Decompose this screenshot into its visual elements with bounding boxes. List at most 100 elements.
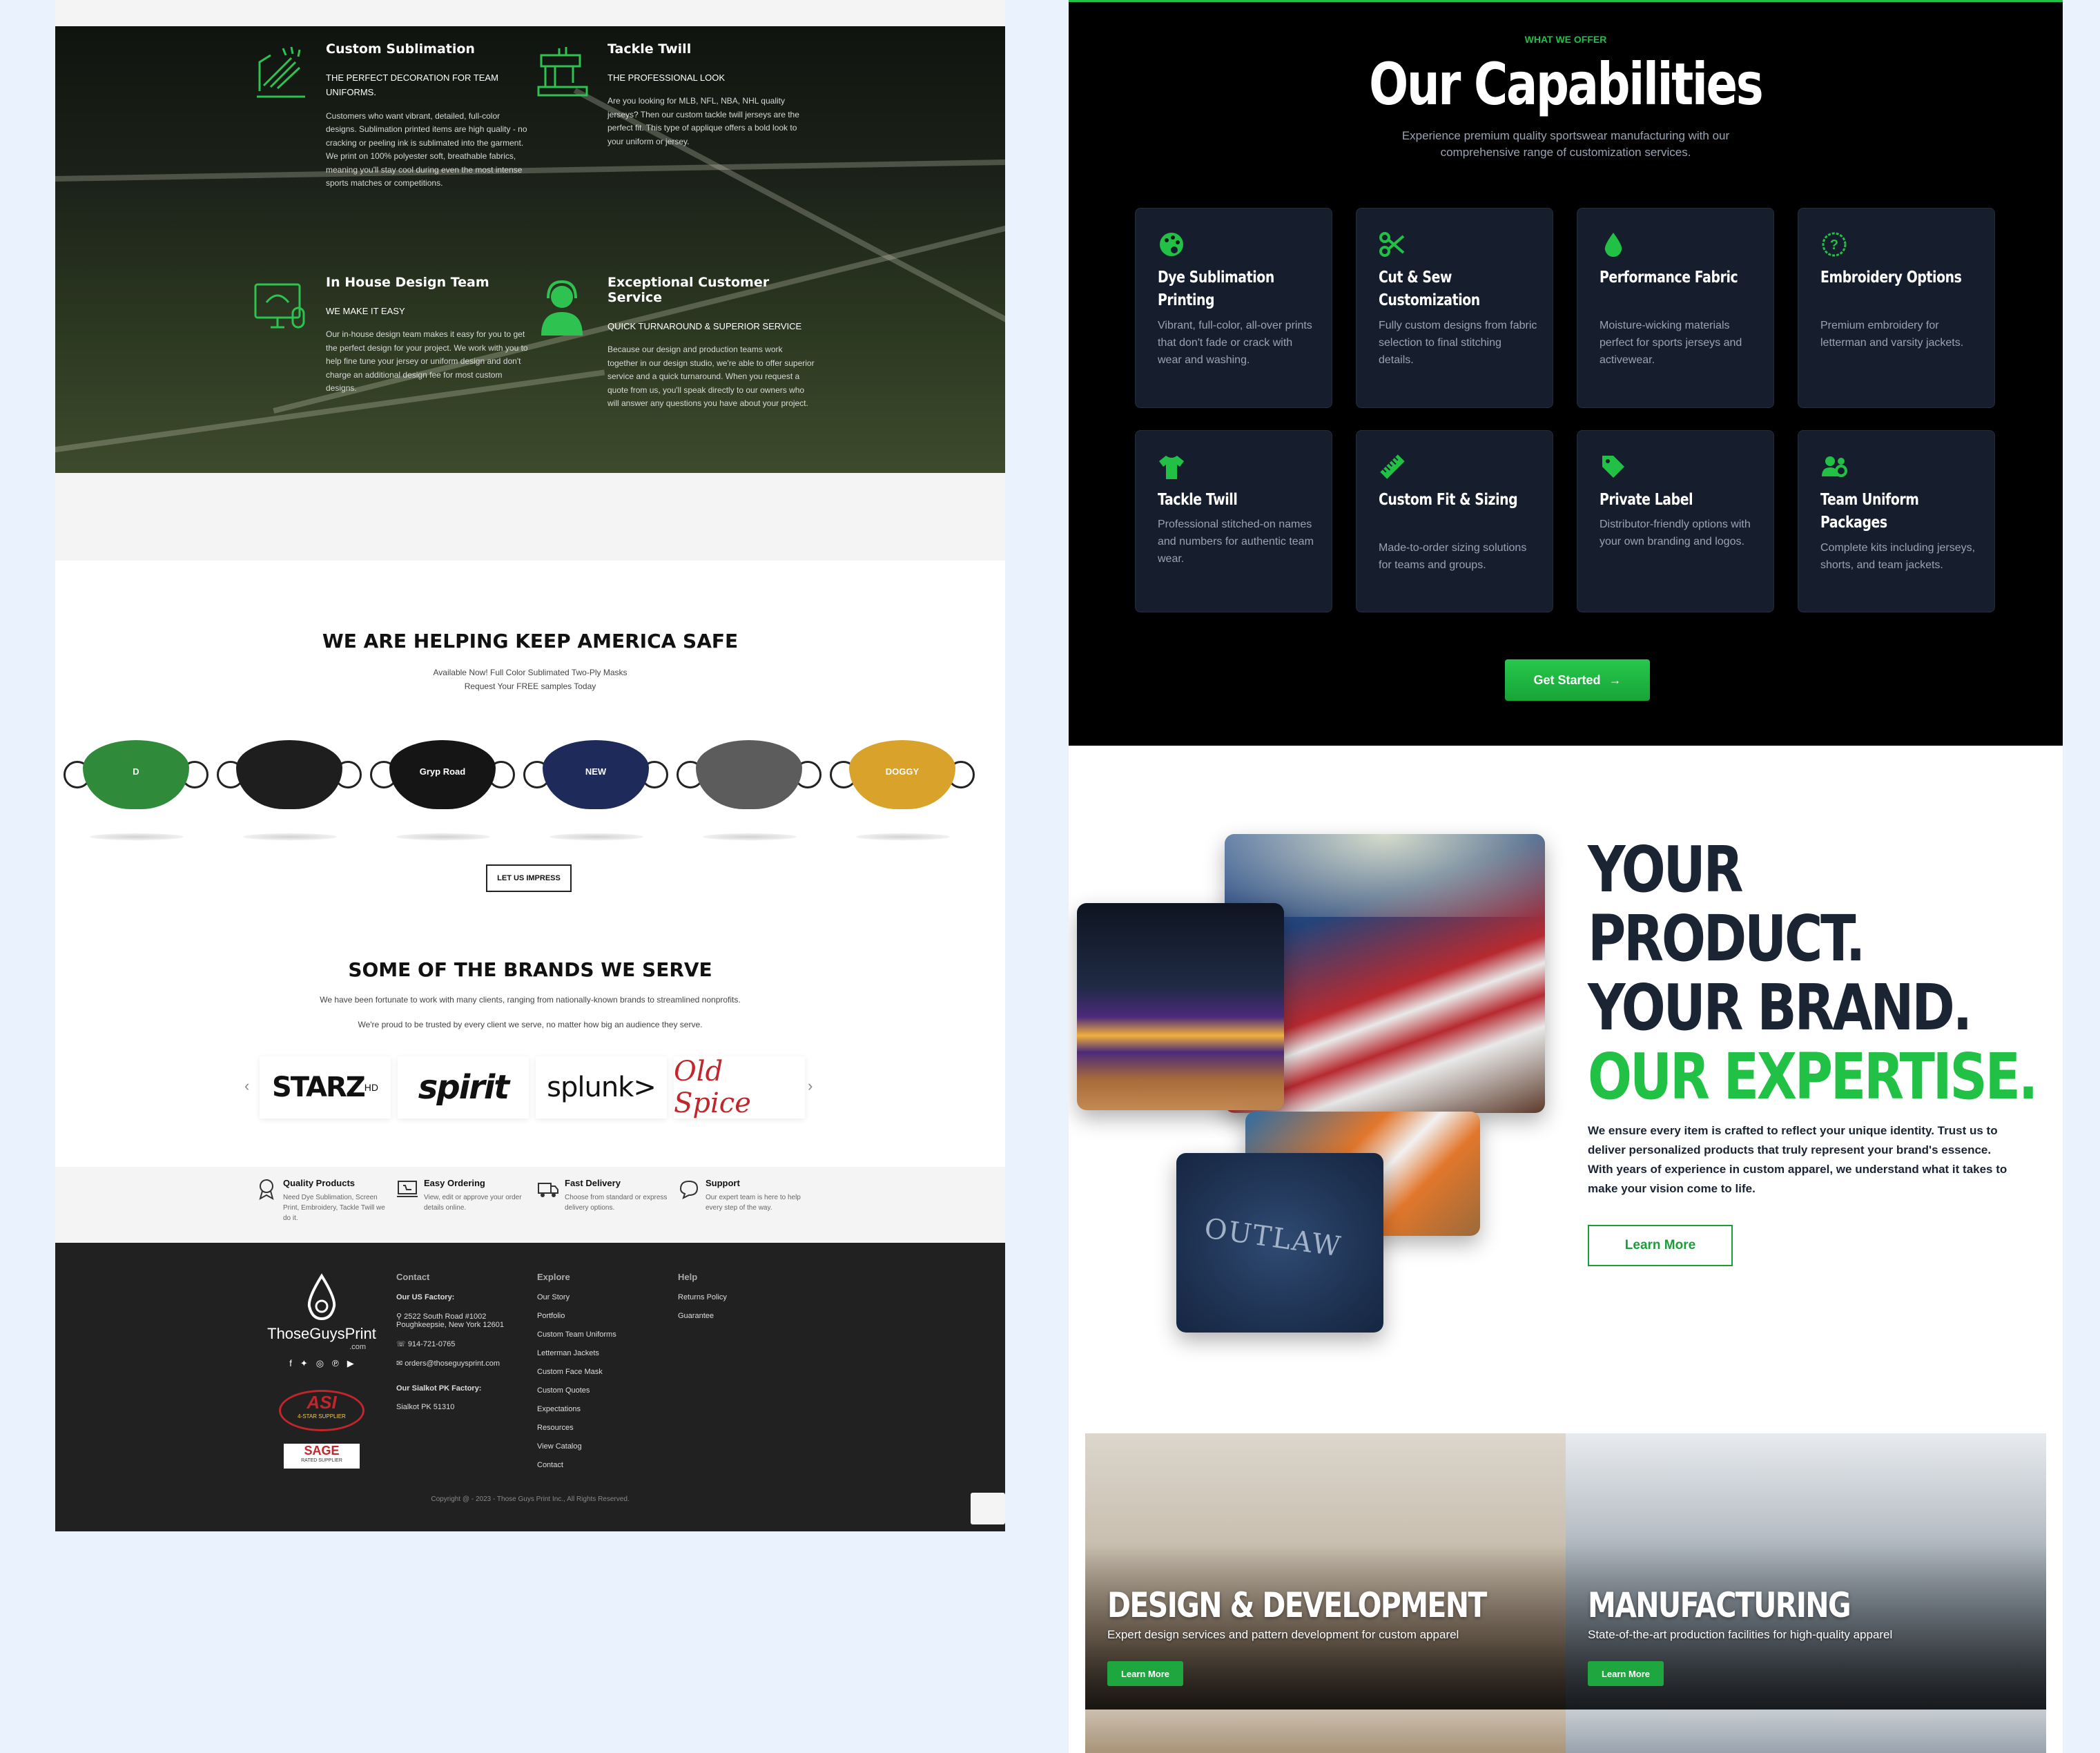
perk-body: Our expert team is here to help every st… bbox=[706, 1194, 801, 1212]
perk-quality-products: Quality Products Need Dye Sublimation, S… bbox=[255, 1178, 393, 1223]
feature-title: Exceptional Customer Service bbox=[607, 275, 770, 305]
phone[interactable]: ☏ 914-721-0765 bbox=[396, 1339, 527, 1348]
design-development-tile[interactable]: DESIGN & DEVELOPMENT Expert design servi… bbox=[1085, 1433, 1566, 1710]
get-started-button[interactable]: Get Started → bbox=[1505, 659, 1650, 701]
sage-badge: SAGE RATED SUPPLIER bbox=[284, 1444, 360, 1469]
feature-subtitle: WE MAKE IT EASY bbox=[326, 306, 405, 316]
footer-logo[interactable]: ThoseGuysPrint .com f ✦ ◎ ℗ ▶ ASI 4-STAR… bbox=[260, 1273, 384, 1469]
card-description: Vibrant, full-color, all-over prints tha… bbox=[1158, 320, 1312, 366]
card-title: Performance Fabric bbox=[1600, 269, 1738, 287]
let-us-impress-button[interactable]: LET US IMPRESS bbox=[486, 864, 572, 892]
logo-domain: .com bbox=[349, 1343, 366, 1351]
mask-print-text: DOGGY bbox=[885, 766, 920, 777]
intro-line-2: comprehensive range of customization ser… bbox=[1440, 146, 1691, 159]
youtube-icon[interactable]: ▶ bbox=[347, 1358, 354, 1369]
explore-link[interactable]: View Catalog bbox=[537, 1442, 648, 1451]
contact-title: Contact bbox=[396, 1272, 430, 1282]
capability-card[interactable]: Tackle Twill Professional stitched-on nam… bbox=[1135, 430, 1332, 612]
face-mask-item[interactable]: D bbox=[59, 733, 213, 840]
tile-learn-more-button[interactable]: Learn More bbox=[1107, 1661, 1183, 1686]
palette-icon bbox=[1160, 233, 1183, 256]
face-mask-item[interactable] bbox=[672, 733, 826, 840]
brand-name: splunk> bbox=[547, 1072, 657, 1103]
laptop-cart-icon bbox=[397, 1181, 418, 1197]
explore-link[interactable]: Letterman Jackets bbox=[537, 1349, 648, 1357]
explore-link[interactable]: Expectations bbox=[537, 1405, 648, 1413]
card-title: Tackle Twill bbox=[1158, 491, 1238, 509]
pinterest-icon[interactable]: ℗ bbox=[332, 1358, 339, 1369]
face-mask-item[interactable]: Gryp Road bbox=[366, 733, 519, 840]
help-link[interactable]: Returns Policy bbox=[678, 1293, 788, 1301]
face-mask-item[interactable] bbox=[213, 733, 366, 840]
explore-link[interactable]: Custom Team Uniforms bbox=[537, 1330, 648, 1339]
feature-body: Customers who want vibrant, detailed, fu… bbox=[326, 110, 527, 188]
capability-card[interactable]: Private Label Distributor-friendly option… bbox=[1577, 430, 1774, 612]
card-title: Private Label bbox=[1600, 491, 1693, 509]
feature-body: Our in-house design team makes it easy f… bbox=[326, 329, 528, 394]
help-link[interactable]: Guarantee bbox=[678, 1312, 788, 1320]
brand-logo-old-spice: Old Spice bbox=[674, 1056, 805, 1119]
perks-bar: Quality Products Need Dye Sublimation, S… bbox=[55, 1167, 1005, 1243]
perk-title: Easy Ordering bbox=[424, 1178, 485, 1188]
brand-name: spirit bbox=[418, 1068, 509, 1107]
tag-icon bbox=[1602, 456, 1624, 478]
brands-line-1: We have been fortunate to work with many… bbox=[320, 995, 741, 1005]
brands-prev-arrow[interactable]: ‹ bbox=[244, 1077, 249, 1095]
instagram-icon[interactable]: ◎ bbox=[316, 1358, 324, 1369]
brands-next-arrow[interactable]: › bbox=[808, 1077, 813, 1095]
twitter-icon[interactable]: ✦ bbox=[300, 1358, 308, 1369]
explore-link[interactable]: Contact bbox=[537, 1461, 648, 1469]
perk-body: View, edit or approve your order details… bbox=[424, 1194, 522, 1212]
email[interactable]: ✉ orders@thoseguysprint.com bbox=[396, 1359, 527, 1368]
hero-body: We ensure every item is crafted to refle… bbox=[1588, 1124, 2007, 1195]
capability-card[interactable]: Custom Fit & Sizing Made-to-order sizing … bbox=[1356, 430, 1553, 612]
asi-badge: ASI 4-STAR SUPPLIER bbox=[279, 1390, 364, 1431]
hero-learn-more-button[interactable]: Learn More bbox=[1588, 1225, 1733, 1266]
explore-title: Explore bbox=[537, 1272, 570, 1282]
mask-print-text: Gryp Road bbox=[419, 766, 466, 777]
capability-card[interactable]: ? Embroidery Options Premium embroidery fo… bbox=[1798, 208, 1995, 408]
droplet-icon bbox=[1604, 233, 1622, 257]
manufacturing-tile[interactable]: MANUFACTURING State-of-the-art productio… bbox=[1566, 1433, 2046, 1710]
capability-card[interactable]: Dye Sublimation Printing Vibrant, full-co… bbox=[1135, 208, 1332, 408]
explore-link[interactable]: Custom Face Mask bbox=[537, 1368, 648, 1376]
email-text: orders@thoseguysprint.com bbox=[405, 1359, 500, 1368]
mask-print-text: D bbox=[133, 766, 139, 777]
brand-sup: HD bbox=[364, 1082, 378, 1093]
sage-subtext: RATED SUPPLIER bbox=[301, 1458, 342, 1463]
card-description: Made-to-order sizing solutions for teams… bbox=[1379, 542, 1527, 571]
capabilities-title: Our Capabilities bbox=[1369, 50, 1764, 118]
tile-learn-more-button[interactable]: Learn More bbox=[1588, 1661, 1664, 1686]
card-description: Professional stitched-on names and numbe… bbox=[1158, 519, 1314, 565]
explore-link[interactable]: Our Story bbox=[537, 1293, 648, 1301]
card-description: Fully custom designs from fabric selecti… bbox=[1379, 320, 1537, 366]
explore-link[interactable]: Portfolio bbox=[537, 1312, 648, 1320]
face-mask-item[interactable]: NEW bbox=[519, 733, 672, 840]
asi-subtext: 4-STAR SUPPLIER bbox=[298, 1413, 346, 1420]
users-gear-icon bbox=[1822, 456, 1847, 477]
capability-card[interactable]: Cut & Sew Customization Fully custom desi… bbox=[1356, 208, 1553, 408]
features-band: Custom Sublimation THE PERFECT DECORATIO… bbox=[55, 26, 1005, 473]
perk-body: Need Dye Sublimation, Screen Print, Embr… bbox=[283, 1194, 385, 1222]
headset-agent-icon bbox=[541, 280, 583, 336]
sage-text: SAGE bbox=[304, 1444, 340, 1457]
recaptcha-badge[interactable] bbox=[971, 1493, 1005, 1524]
map-pin-icon: ⚲ bbox=[396, 1313, 405, 1321]
help-title: Help bbox=[678, 1272, 698, 1282]
mask-shadow bbox=[703, 833, 797, 840]
feature-subtitle: THE PROFESSIONAL LOOK bbox=[607, 72, 726, 83]
capability-card[interactable]: Performance Fabric Moisture-wicking mater… bbox=[1577, 208, 1774, 408]
explore-link[interactable]: Custom Quotes bbox=[537, 1386, 648, 1395]
face-mask-item[interactable]: DOGGY bbox=[826, 733, 979, 840]
right-page-screenshot: WHAT WE OFFER Our Capabilities Experienc… bbox=[1069, 0, 2063, 1753]
card-description: Distributor-friendly options with your o… bbox=[1600, 519, 1751, 548]
explore-link[interactable]: Resources bbox=[537, 1424, 648, 1432]
us-factory-label: Our US Factory: bbox=[396, 1293, 455, 1301]
svg-text:?: ? bbox=[1830, 238, 1838, 253]
capability-card[interactable]: Team Uniform Packages Complete kits inclu… bbox=[1798, 430, 1995, 612]
facebook-icon[interactable]: f bbox=[289, 1358, 292, 1369]
footer-contact-column: Contact Our US Factory: ⚲ 2522 South Roa… bbox=[396, 1272, 527, 1422]
feature-title: Tackle Twill bbox=[607, 41, 692, 57]
drop-logo-icon bbox=[307, 1273, 336, 1321]
left-page-screenshot: Custom Sublimation THE PERFECT DECORATIO… bbox=[55, 0, 1005, 1531]
